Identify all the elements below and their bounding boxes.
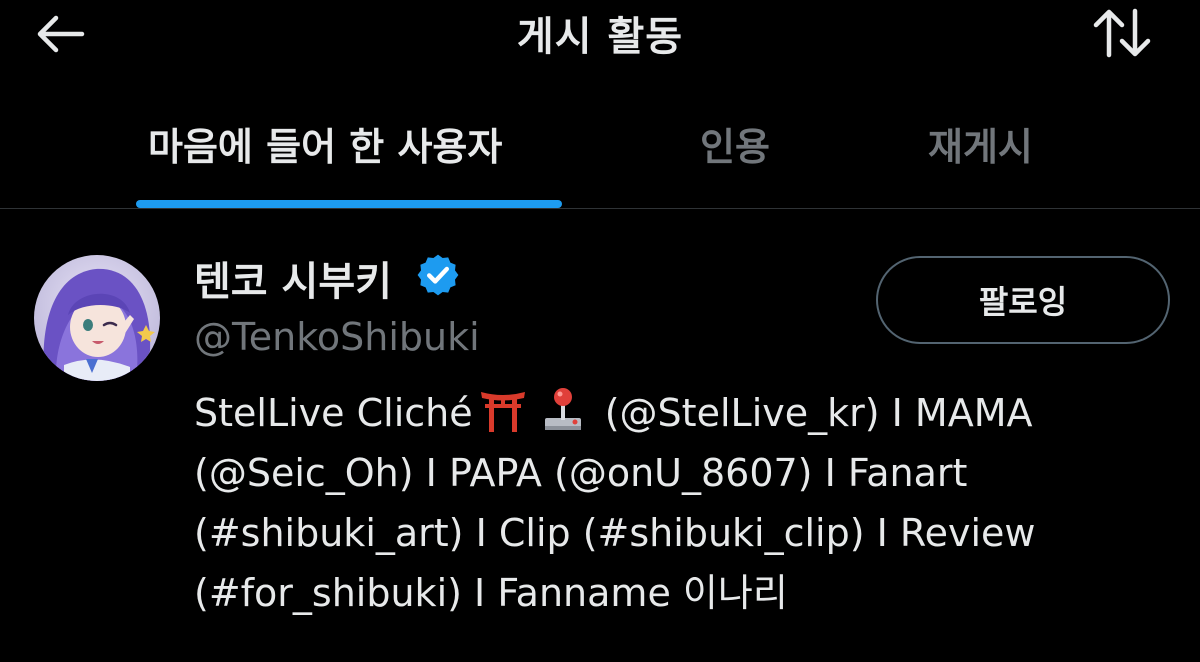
bio-text: (@StelLive_kr) I MAMA [604, 391, 1033, 435]
bio-text: StelLive Cliché [194, 391, 473, 435]
page-title: 게시 활동 [516, 14, 684, 60]
avatar[interactable] [34, 255, 160, 381]
user-handle[interactable]: @TenkoShibuki [194, 315, 480, 359]
sort-arrows-icon [1093, 8, 1151, 58]
active-tab-indicator [136, 200, 562, 208]
bio-line: StelLive Cliché (@StelLive_kr) I MAMA [194, 383, 1184, 443]
following-button[interactable]: 팔로잉 [876, 256, 1170, 344]
display-name[interactable]: 텐코 시부키 [194, 249, 392, 307]
verified-badge-icon [417, 254, 459, 296]
tab-liked-by[interactable]: 마음에 들어 한 사용자 [148, 116, 502, 171]
user-list-item[interactable]: 텐코 시부키 @TenkoShibuki 팔로잉 StelLive Cliché [0, 209, 1200, 662]
tab-reposts[interactable]: 재게시 [928, 116, 1033, 171]
joystick-emoji [537, 386, 589, 432]
torii-gate-emoji [477, 386, 529, 432]
tab-quotes[interactable]: 인용 [700, 116, 770, 171]
bio-line: (@Seic_Oh) I PAPA (@onU_8607) I Fanart [194, 451, 968, 495]
activity-tabs: 마음에 들어 한 사용자 인용 재게시 [0, 100, 1200, 208]
top-bar: 게시 활동 [0, 0, 1200, 72]
bio-line: (#shibuki_art) I Clip (#shibuki_clip) I … [194, 511, 1036, 555]
user-bio: StelLive Cliché (@StelLive_kr) I MAMA (@… [194, 383, 1184, 623]
sort-button[interactable] [1084, 4, 1160, 62]
bio-line: (#for_shibuki) I Fanname 이나리 [194, 571, 788, 615]
